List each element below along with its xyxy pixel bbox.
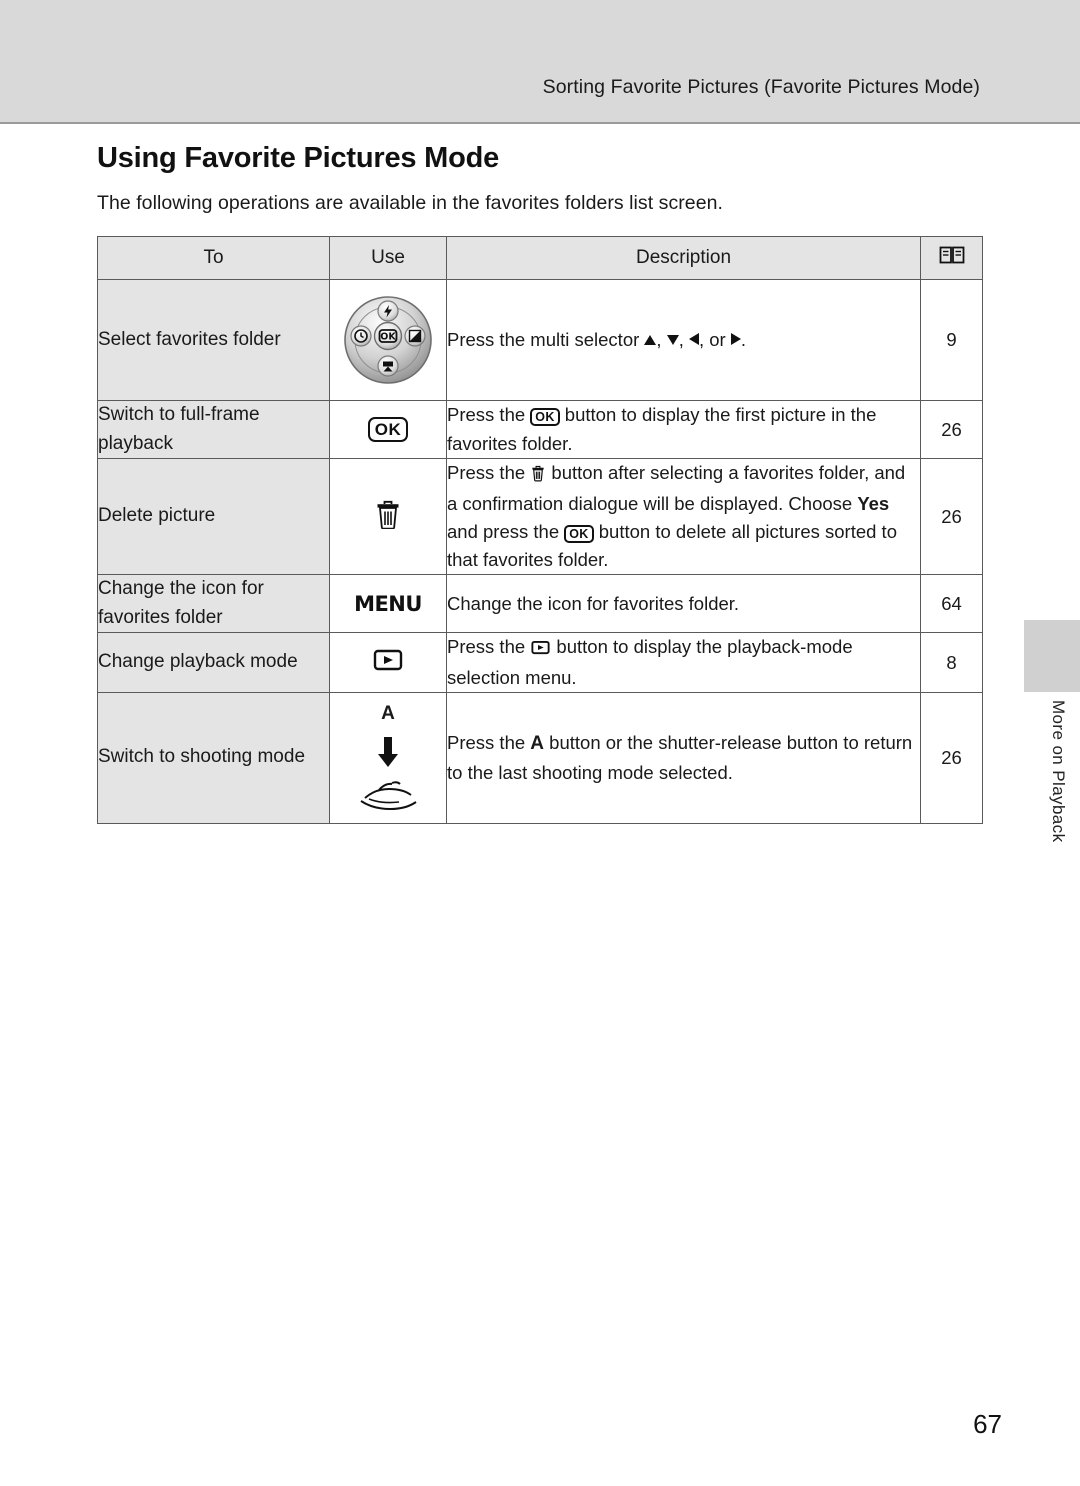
row-description: Change the icon for favorites folder. bbox=[446, 574, 921, 634]
column-header-use: Use bbox=[329, 236, 447, 280]
menu-button-icon: MENU bbox=[354, 591, 422, 616]
multi-selector-dial-icon: OK bbox=[336, 288, 440, 392]
row-page-reference: 64 bbox=[920, 574, 983, 634]
running-header-title: Sorting Favorite Pictures (Favorite Pict… bbox=[542, 76, 980, 98]
ok-button-icon: OK bbox=[367, 417, 409, 442]
row-description: Press the button to display the playback… bbox=[446, 632, 921, 693]
row-action-label: Change playback mode bbox=[97, 632, 330, 693]
row-control-cell: MENU bbox=[329, 574, 447, 634]
trash-button-icon bbox=[375, 501, 401, 533]
section-tab bbox=[1024, 620, 1080, 692]
desc-text-suffix: . bbox=[740, 328, 746, 350]
shutter-release-button-icon bbox=[330, 778, 446, 817]
row-description: Press the OK button to display the first… bbox=[446, 400, 921, 459]
row-action-label: Switch to full-frame playback bbox=[97, 400, 330, 459]
desc-text-part1: Press the bbox=[447, 404, 531, 426]
mode-a-button-icon: A bbox=[381, 702, 395, 724]
table-row: Change the icon for favorites folder MEN… bbox=[97, 574, 983, 634]
column-header-description: Description bbox=[446, 236, 921, 280]
row-description: Press the multi selector , , , or . bbox=[446, 279, 921, 401]
down-arrow-icon bbox=[330, 736, 446, 774]
row-control-cell: A bbox=[329, 691, 447, 824]
arrow-left-icon bbox=[688, 332, 699, 345]
row-control-cell: OK bbox=[329, 400, 447, 459]
mode-a-inline-icon: A bbox=[530, 732, 545, 754]
arrow-up-icon bbox=[644, 334, 657, 345]
table-row: Switch to full-frame playback OK Press t… bbox=[97, 400, 983, 459]
arrow-down-icon bbox=[666, 334, 679, 345]
desc-text-part1: Press the bbox=[447, 636, 531, 658]
page-title: Using Favorite Pictures Mode bbox=[97, 142, 500, 174]
row-description: Press the A button or the shutter-releas… bbox=[446, 691, 921, 824]
operations-table: To Use Description Select favorites fold… bbox=[97, 236, 983, 824]
row-control-cell bbox=[329, 632, 447, 693]
header-divider bbox=[0, 122, 1080, 124]
row-page-reference: 26 bbox=[920, 400, 983, 459]
table-row: Delete picture Press the button after se… bbox=[97, 457, 983, 576]
table-row: Select favorites folder OK Press the mul… bbox=[97, 279, 983, 401]
desc-text-mid2: , bbox=[678, 328, 689, 350]
column-header-to: To bbox=[97, 236, 330, 280]
column-header-reference bbox=[920, 236, 983, 280]
row-action-label: Switch to shooting mode bbox=[97, 691, 330, 824]
desc-text-part1: Press the bbox=[447, 462, 531, 483]
svg-text:OK: OK bbox=[380, 332, 396, 343]
row-description: Press the button after selecting a favor… bbox=[446, 457, 921, 576]
running-header-band: Sorting Favorite Pictures (Favorite Pict… bbox=[0, 0, 1080, 124]
desc-text-prefix: Press the multi selector bbox=[447, 328, 645, 350]
row-control-cell bbox=[329, 457, 447, 576]
row-action-label: Select favorites folder bbox=[97, 279, 330, 401]
row-action-label: Delete picture bbox=[97, 457, 330, 576]
row-action-label: Change the icon for favorites folder bbox=[97, 574, 330, 634]
row-control-cell: OK bbox=[329, 279, 447, 401]
table-header-row: To Use Description bbox=[97, 236, 983, 280]
intro-paragraph: The following operations are available i… bbox=[97, 192, 723, 214]
table-row: Change playback mode Press the button to… bbox=[97, 632, 983, 693]
row-page-reference: 26 bbox=[920, 691, 983, 824]
playback-button-icon bbox=[373, 649, 403, 676]
desc-text-mid1: , bbox=[656, 328, 667, 350]
ok-button-inline-icon: OK bbox=[530, 408, 560, 427]
row-page-reference: 26 bbox=[920, 457, 983, 576]
trash-inline-icon bbox=[531, 462, 545, 490]
row-page-reference: 9 bbox=[920, 279, 983, 401]
desc-text-mid3: , or bbox=[698, 328, 731, 350]
book-icon bbox=[939, 245, 965, 269]
arrow-right-icon bbox=[730, 332, 741, 345]
desc-text-part1: Press the bbox=[447, 731, 531, 753]
playback-inline-icon bbox=[531, 635, 550, 663]
table-row: Switch to shooting mode A Press the A bu… bbox=[97, 691, 983, 824]
desc-text-part3: and press the bbox=[447, 521, 565, 543]
document-page: Sorting Favorite Pictures (Favorite Pict… bbox=[0, 0, 1080, 1486]
section-tab-label: More on Playback bbox=[1049, 700, 1068, 843]
desc-text-yes: Yes bbox=[857, 493, 890, 515]
row-page-reference: 8 bbox=[920, 632, 983, 693]
ok-button-inline-icon: OK bbox=[564, 525, 594, 544]
page-number: 67 bbox=[973, 1409, 1002, 1439]
